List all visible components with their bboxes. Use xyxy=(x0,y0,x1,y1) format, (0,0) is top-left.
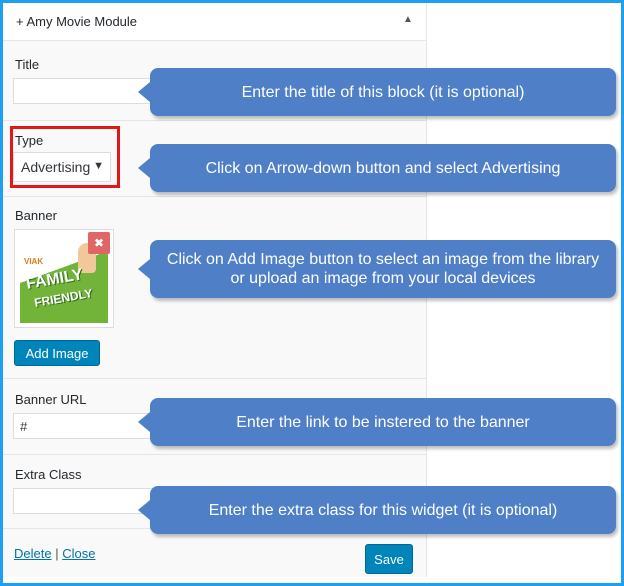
title-label: Title xyxy=(15,57,40,72)
footer-separator: | xyxy=(55,546,59,561)
extra-class-callout: Enter the extra class for this widget (i… xyxy=(138,486,616,534)
widget-header[interactable]: + Amy Movie Module ▲ xyxy=(3,3,426,41)
banner-image-logo: VIAK xyxy=(24,257,44,266)
close-link[interactable]: Close xyxy=(62,546,95,561)
collapse-arrow-icon[interactable]: ▲ xyxy=(403,14,413,25)
save-button[interactable]: Save xyxy=(365,544,413,574)
type-callout: Click on Arrow-down button and select Ad… xyxy=(138,144,616,192)
banner-url-label: Banner URL xyxy=(15,392,87,407)
banner-callout: Click on Add Image button to select an i… xyxy=(138,240,616,298)
banner-label: Banner xyxy=(15,208,57,223)
banner-url-callout: Enter the link to be instered to the ban… xyxy=(138,398,616,446)
remove-image-icon[interactable]: ✖ xyxy=(88,232,110,254)
title-callout: Enter the title of this block (it is opt… xyxy=(138,68,616,116)
delete-link[interactable]: Delete xyxy=(14,546,52,561)
add-image-button[interactable]: Add Image xyxy=(14,340,100,366)
footer-links: Delete | Close xyxy=(14,546,95,561)
type-highlight-box xyxy=(10,126,120,188)
widget-title: + Amy Movie Module xyxy=(16,14,138,29)
extra-class-label: Extra Class xyxy=(15,467,82,482)
